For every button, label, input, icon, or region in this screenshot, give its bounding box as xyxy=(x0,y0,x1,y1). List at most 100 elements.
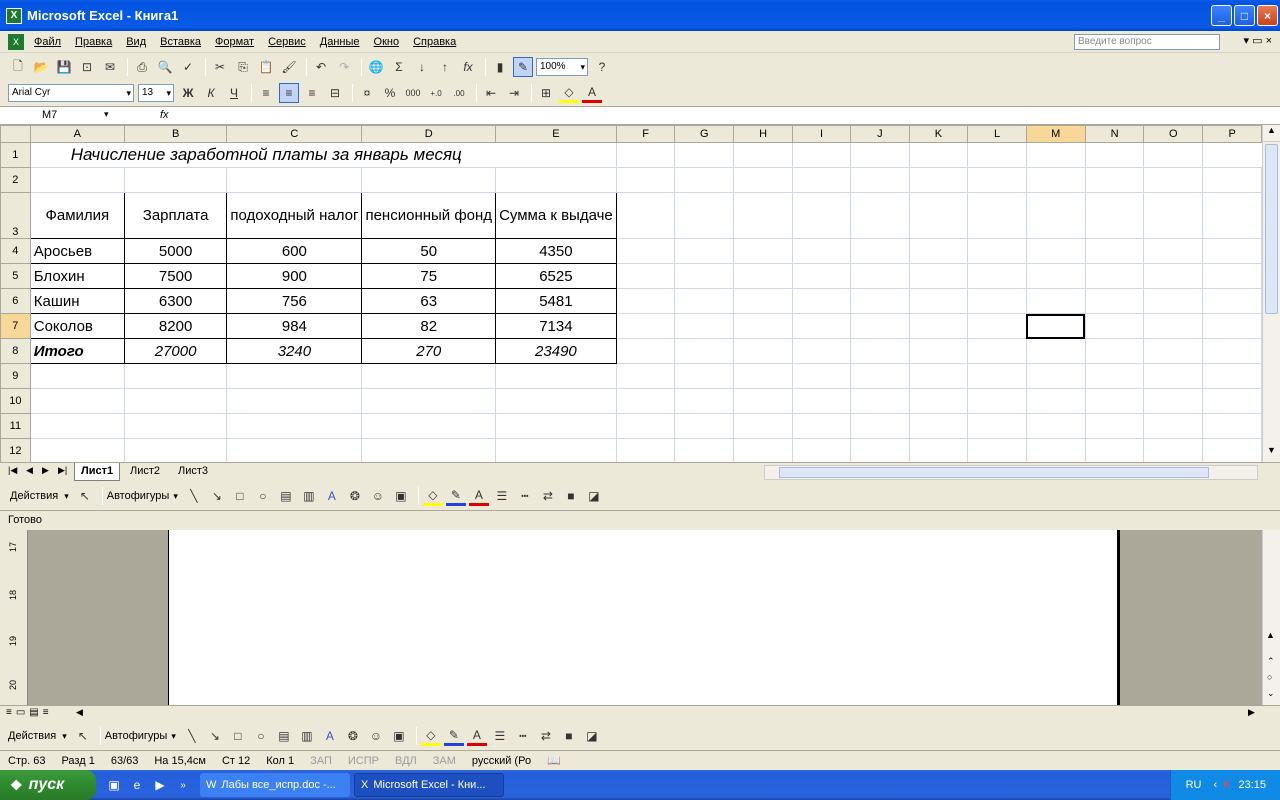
cell[interactable] xyxy=(850,238,910,264)
cell[interactable] xyxy=(495,167,617,193)
row-header[interactable]: 10 xyxy=(0,388,31,414)
tab-first-icon[interactable]: |◀ xyxy=(8,465,17,476)
permission-icon[interactable]: ⊡ xyxy=(77,57,97,77)
active-cell[interactable] xyxy=(1025,313,1086,339)
cell[interactable] xyxy=(361,363,497,389)
next-page-icon[interactable]: ⌄ xyxy=(1267,688,1275,699)
cell[interactable]: Аросьев xyxy=(29,238,125,264)
cell[interactable] xyxy=(791,192,852,239)
cell[interactable] xyxy=(967,438,1027,462)
cell[interactable] xyxy=(1143,238,1204,264)
cell[interactable] xyxy=(615,142,676,168)
rectangle-icon[interactable]: □ xyxy=(228,726,248,746)
cell[interactable] xyxy=(1084,338,1145,364)
cell[interactable] xyxy=(733,192,793,239)
header-cell[interactable]: Зарплата xyxy=(123,192,228,239)
cell[interactable] xyxy=(850,363,910,389)
cell[interactable] xyxy=(123,413,228,439)
scroll-down-icon[interactable]: ▼ xyxy=(1263,445,1280,462)
dash-style-icon[interactable]: ┅ xyxy=(513,726,533,746)
header-cell[interactable]: Фамилия xyxy=(29,192,125,239)
3d-icon[interactable]: ◪ xyxy=(582,726,602,746)
3d-icon[interactable]: ◪ xyxy=(584,486,604,506)
word-horizontal-scrollbar[interactable]: ≡▭▤≡ ◀ ▶ xyxy=(0,705,1280,720)
cell[interactable] xyxy=(29,388,125,414)
cell[interactable] xyxy=(850,338,910,364)
cell[interactable] xyxy=(1202,413,1262,439)
cell[interactable] xyxy=(850,313,910,339)
cell[interactable] xyxy=(967,388,1027,414)
bold-button[interactable]: Ж xyxy=(178,83,198,103)
cell[interactable]: Кашин xyxy=(29,288,125,314)
word-page[interactable] xyxy=(168,530,1120,705)
cell[interactable] xyxy=(733,388,793,414)
actions-dropdown-icon[interactable]: ▾ xyxy=(62,731,73,742)
browse-object-icon[interactable]: ○ xyxy=(1267,672,1272,682)
arrow-icon[interactable]: ↘ xyxy=(207,486,227,506)
cell[interactable] xyxy=(615,388,676,414)
actions-menu[interactable]: Действия xyxy=(8,730,62,742)
line-color-icon[interactable]: ✎ xyxy=(443,726,464,746)
cell[interactable] xyxy=(967,363,1027,389)
cell[interactable] xyxy=(967,142,1027,168)
column-header[interactable]: I xyxy=(791,125,852,143)
cell[interactable] xyxy=(1025,288,1086,314)
cell[interactable] xyxy=(791,238,852,264)
currency-icon[interactable]: ¤ xyxy=(357,83,377,103)
cell[interactable] xyxy=(674,388,735,414)
underline-button[interactable]: Ч xyxy=(224,83,244,103)
cell[interactable] xyxy=(361,413,497,439)
cell[interactable] xyxy=(967,313,1027,339)
cell[interactable] xyxy=(733,363,793,389)
vertical-scrollbar[interactable]: ▲ ▼ xyxy=(1262,125,1280,462)
quicklaunch-more-icon[interactable]: » xyxy=(173,775,193,795)
cell[interactable] xyxy=(733,288,793,314)
arrow-style-icon[interactable]: ⇄ xyxy=(538,486,558,506)
shadow-icon[interactable]: ■ xyxy=(559,726,579,746)
status-overtype[interactable]: ЗАМ xyxy=(425,755,464,767)
textbox-icon[interactable]: ▤ xyxy=(276,486,296,506)
align-center-icon[interactable]: ≡ xyxy=(279,83,299,103)
cell[interactable]: 5000 xyxy=(123,238,228,264)
cell[interactable] xyxy=(226,167,363,193)
cell[interactable] xyxy=(850,438,910,462)
decrease-decimal-icon[interactable]: .00 xyxy=(449,83,469,103)
cell[interactable] xyxy=(29,363,125,389)
cell[interactable] xyxy=(908,288,969,314)
row-header-selected[interactable]: 7 xyxy=(0,313,31,339)
font-color-icon[interactable]: A xyxy=(468,486,489,506)
cell[interactable] xyxy=(29,167,125,193)
cell[interactable] xyxy=(791,413,852,439)
total-cell[interactable]: 270 xyxy=(361,338,497,364)
cell[interactable] xyxy=(1202,313,1262,339)
cell[interactable] xyxy=(361,388,497,414)
tab-sheet2[interactable]: Лист2 xyxy=(124,463,166,481)
cell[interactable] xyxy=(674,192,735,239)
line-style-icon[interactable]: ☰ xyxy=(490,726,510,746)
cell[interactable] xyxy=(29,438,125,462)
column-header[interactable]: D xyxy=(361,125,497,143)
save-icon[interactable]: 💾 xyxy=(54,57,74,77)
name-box[interactable]: M7 xyxy=(6,108,116,124)
cell[interactable] xyxy=(850,192,910,239)
cell[interactable] xyxy=(1025,338,1086,364)
cell[interactable] xyxy=(1084,263,1145,289)
copy-icon[interactable]: ⎘ xyxy=(233,57,253,77)
cell[interactable] xyxy=(1202,192,1262,239)
cell[interactable] xyxy=(1084,238,1145,264)
prev-page-icon[interactable]: ⌃ xyxy=(1267,656,1275,667)
cell[interactable]: 63 xyxy=(361,288,497,314)
autosum-icon[interactable]: Σ xyxy=(389,57,409,77)
column-header[interactable]: C xyxy=(226,125,363,143)
cell[interactable] xyxy=(967,413,1027,439)
menu-data[interactable]: Данные xyxy=(313,31,367,53)
merge-center-icon[interactable]: ⊟ xyxy=(325,83,345,103)
picture-icon[interactable]: ▣ xyxy=(391,486,411,506)
sort-desc-icon[interactable]: ↑ xyxy=(435,57,455,77)
cell[interactable] xyxy=(1084,313,1145,339)
diagram-icon[interactable]: ❂ xyxy=(345,486,365,506)
increase-indent-icon[interactable]: ⇥ xyxy=(504,83,524,103)
cell[interactable] xyxy=(908,438,969,462)
percent-icon[interactable]: % xyxy=(380,83,400,103)
cell[interactable] xyxy=(1084,142,1145,168)
